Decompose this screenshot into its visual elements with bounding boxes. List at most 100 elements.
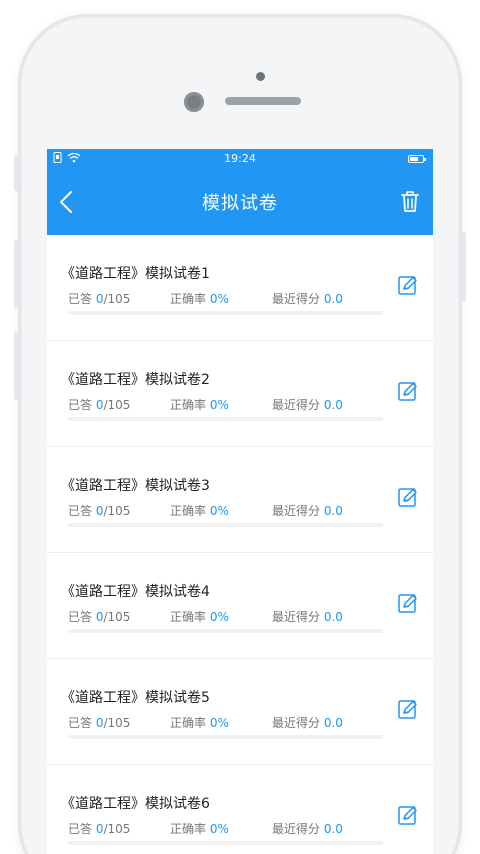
edit-icon[interactable] xyxy=(398,275,418,295)
progress-bar xyxy=(68,735,383,739)
earpiece-speaker xyxy=(225,97,301,105)
score-value: 0.0 xyxy=(323,822,343,836)
exam-paper-item[interactable]: 《道路工程》模拟试卷3 已答 0/105 正确率 0% 最近得分 0.0 xyxy=(47,447,433,553)
battery-icon xyxy=(408,155,426,163)
score-value: 0.0 xyxy=(323,504,343,518)
paper-stats: 已答 0/105 正确率 0% 最近得分 0.0 xyxy=(68,820,383,836)
paper-title: 《道路工程》模拟试卷5 xyxy=(61,690,210,706)
progress-bar xyxy=(68,417,383,421)
front-camera xyxy=(184,92,204,112)
mute-switch xyxy=(14,155,19,191)
score-label: 最近得分 xyxy=(272,504,321,518)
score-label: 最近得分 xyxy=(272,716,321,730)
score-stat: 最近得分 0.0 xyxy=(272,396,343,413)
score-label: 最近得分 xyxy=(272,822,321,836)
answered-label: 已答 xyxy=(68,398,93,412)
accuracy-stat: 正确率 0% xyxy=(170,714,229,731)
score-label: 最近得分 xyxy=(272,398,321,412)
paper-title: 《道路工程》模拟试卷6 xyxy=(61,796,210,812)
edit-icon[interactable] xyxy=(398,805,418,825)
accuracy-value: 0% xyxy=(209,292,229,306)
accuracy-value: 0% xyxy=(209,398,229,412)
answered-total: 105 xyxy=(107,398,131,412)
paper-stats: 已答 0/105 正确率 0% 最近得分 0.0 xyxy=(68,608,383,624)
status-bar: 19:24 xyxy=(47,149,433,169)
score-stat: 最近得分 0.0 xyxy=(272,820,343,837)
chevron-left-icon[interactable] xyxy=(55,187,81,217)
answered-stat: 已答 0/105 xyxy=(68,396,130,413)
answered-stat: 已答 0/105 xyxy=(68,502,130,519)
score-label: 最近得分 xyxy=(272,610,321,624)
edit-icon[interactable] xyxy=(398,699,418,719)
paper-title: 《道路工程》模拟试卷1 xyxy=(61,266,210,282)
score-value: 0.0 xyxy=(323,398,343,412)
paper-title: 《道路工程》模拟试卷3 xyxy=(61,478,210,494)
score-value: 0.0 xyxy=(323,292,343,306)
accuracy-label: 正确率 xyxy=(170,292,207,306)
answered-total: 105 xyxy=(107,822,131,836)
accuracy-stat: 正确率 0% xyxy=(170,502,229,519)
answered-total: 105 xyxy=(107,716,131,730)
paper-stats: 已答 0/105 正确率 0% 最近得分 0.0 xyxy=(68,502,383,518)
answered-total: 105 xyxy=(107,610,131,624)
top-nav-bar: 模拟试卷 xyxy=(47,169,433,235)
score-stat: 最近得分 0.0 xyxy=(272,714,343,731)
answered-label: 已答 xyxy=(68,610,93,624)
answered-label: 已答 xyxy=(68,822,93,836)
score-stat: 最近得分 0.0 xyxy=(272,608,343,625)
answered-total: 105 xyxy=(107,292,131,306)
paper-title: 《道路工程》模拟试卷2 xyxy=(61,372,210,388)
accuracy-value: 0% xyxy=(209,716,229,730)
power-button xyxy=(461,232,466,302)
score-stat: 最近得分 0.0 xyxy=(272,290,343,307)
progress-bar xyxy=(68,841,383,845)
answered-label: 已答 xyxy=(68,716,93,730)
exam-paper-item[interactable]: 《道路工程》模拟试卷6 已答 0/105 正确率 0% 最近得分 0.0 xyxy=(47,765,433,854)
accuracy-label: 正确率 xyxy=(170,822,207,836)
paper-stats: 已答 0/105 正确率 0% 最近得分 0.0 xyxy=(68,290,383,306)
score-stat: 最近得分 0.0 xyxy=(272,502,343,519)
answered-stat: 已答 0/105 xyxy=(68,714,130,731)
paper-title: 《道路工程》模拟试卷4 xyxy=(61,584,210,600)
exam-paper-list: 《道路工程》模拟试卷1 已答 0/105 正确率 0% 最近得分 0.0 《道路… xyxy=(47,235,433,854)
accuracy-stat: 正确率 0% xyxy=(170,396,229,413)
accuracy-stat: 正确率 0% xyxy=(170,608,229,625)
paper-stats: 已答 0/105 正确率 0% 最近得分 0.0 xyxy=(68,396,383,412)
answered-stat: 已答 0/105 xyxy=(68,820,130,837)
page-title: 模拟试卷 xyxy=(202,193,278,214)
answered-stat: 已答 0/105 xyxy=(68,290,130,307)
answered-label: 已答 xyxy=(68,504,93,518)
progress-bar xyxy=(68,311,383,315)
status-time: 19:24 xyxy=(224,152,256,165)
accuracy-label: 正确率 xyxy=(170,504,207,518)
accuracy-label: 正确率 xyxy=(170,398,207,412)
accuracy-value: 0% xyxy=(209,504,229,518)
edit-icon[interactable] xyxy=(398,487,418,507)
paper-stats: 已答 0/105 正确率 0% 最近得分 0.0 xyxy=(68,714,383,730)
progress-bar xyxy=(68,629,383,633)
proximity-sensor xyxy=(256,72,265,81)
accuracy-label: 正确率 xyxy=(170,716,207,730)
score-value: 0.0 xyxy=(323,610,343,624)
trash-icon[interactable] xyxy=(399,189,421,215)
answered-label: 已答 xyxy=(68,292,93,306)
exam-paper-item[interactable]: 《道路工程》模拟试卷4 已答 0/105 正确率 0% 最近得分 0.0 xyxy=(47,553,433,659)
accuracy-label: 正确率 xyxy=(170,610,207,624)
score-value: 0.0 xyxy=(323,716,343,730)
exam-paper-item[interactable]: 《道路工程》模拟试卷5 已答 0/105 正确率 0% 最近得分 0.0 xyxy=(47,659,433,765)
answered-stat: 已答 0/105 xyxy=(68,608,130,625)
accuracy-value: 0% xyxy=(209,822,229,836)
exam-paper-item[interactable]: 《道路工程》模拟试卷1 已答 0/105 正确率 0% 最近得分 0.0 xyxy=(47,235,433,341)
answered-total: 105 xyxy=(107,504,131,518)
edit-icon[interactable] xyxy=(398,381,418,401)
volume-up-button xyxy=(14,240,19,308)
progress-bar xyxy=(68,523,383,527)
exam-paper-item[interactable]: 《道路工程》模拟试卷2 已答 0/105 正确率 0% 最近得分 0.0 xyxy=(47,341,433,447)
accuracy-stat: 正确率 0% xyxy=(170,290,229,307)
accuracy-stat: 正确率 0% xyxy=(170,820,229,837)
volume-down-button xyxy=(14,332,19,400)
edit-icon[interactable] xyxy=(398,593,418,613)
app-screen: 19:24 模拟试卷 《道路工程》模拟试卷1 已答 0/105 正确率 0% 最… xyxy=(47,149,433,854)
accuracy-value: 0% xyxy=(209,610,229,624)
score-label: 最近得分 xyxy=(272,292,321,306)
